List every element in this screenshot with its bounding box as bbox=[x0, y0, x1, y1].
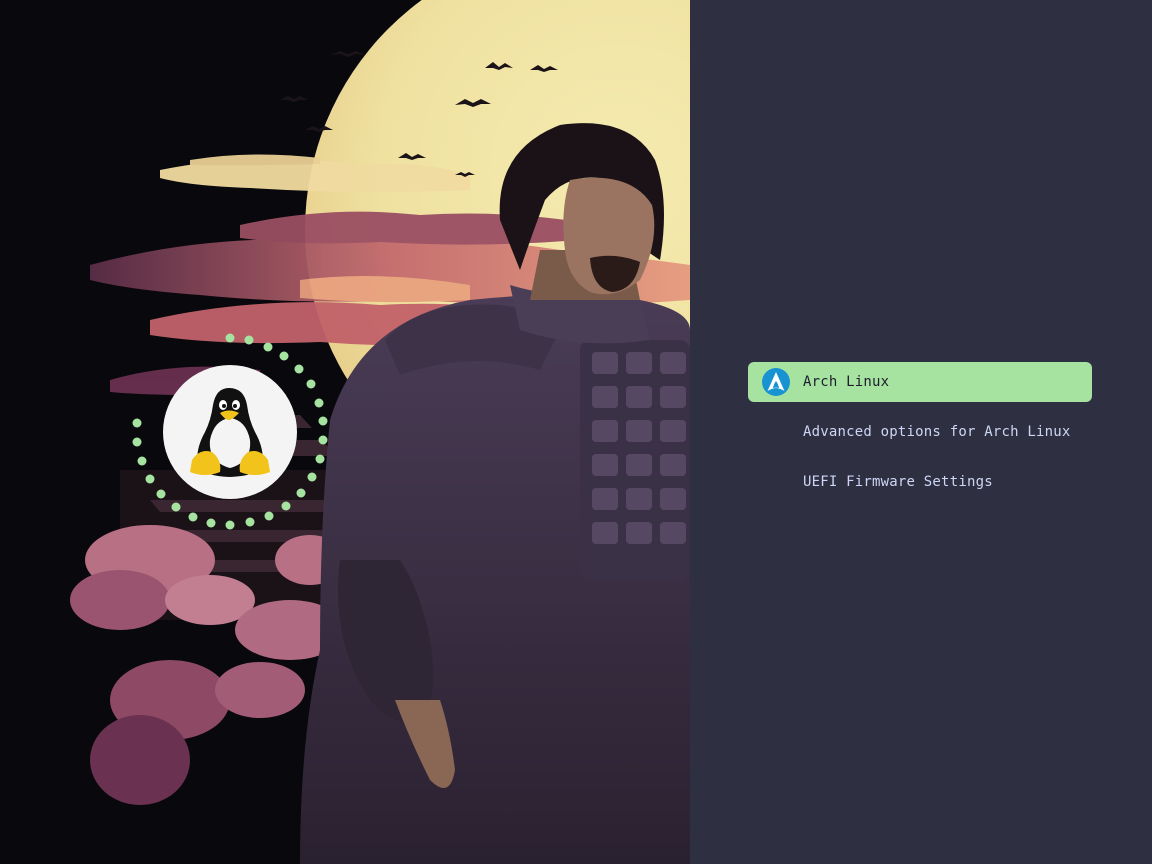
boot-entry-label: UEFI Firmware Settings bbox=[803, 474, 993, 490]
blank-icon-slot bbox=[748, 412, 803, 452]
boot-menu-panel: Arch Linux Advanced options for Arch Lin… bbox=[690, 0, 1152, 864]
tux-penguin-icon bbox=[163, 365, 297, 499]
samurai-illustration bbox=[0, 0, 690, 864]
boot-entry-arch-linux[interactable]: Arch Linux bbox=[748, 362, 1092, 402]
boot-entry-uefi-firmware-settings[interactable]: UEFI Firmware Settings bbox=[748, 462, 1092, 502]
blank-icon-slot bbox=[748, 462, 803, 502]
wallpaper-artwork bbox=[0, 0, 690, 864]
boot-menu: Arch Linux Advanced options for Arch Lin… bbox=[748, 362, 1092, 512]
boot-screen: Arch Linux Advanced options for Arch Lin… bbox=[0, 0, 1152, 864]
boot-entry-label: Advanced options for Arch Linux bbox=[803, 424, 1071, 440]
boot-entry-advanced-options[interactable]: Advanced options for Arch Linux bbox=[748, 412, 1092, 452]
arch-linux-icon bbox=[748, 362, 803, 402]
boot-entry-label: Arch Linux bbox=[803, 374, 890, 390]
